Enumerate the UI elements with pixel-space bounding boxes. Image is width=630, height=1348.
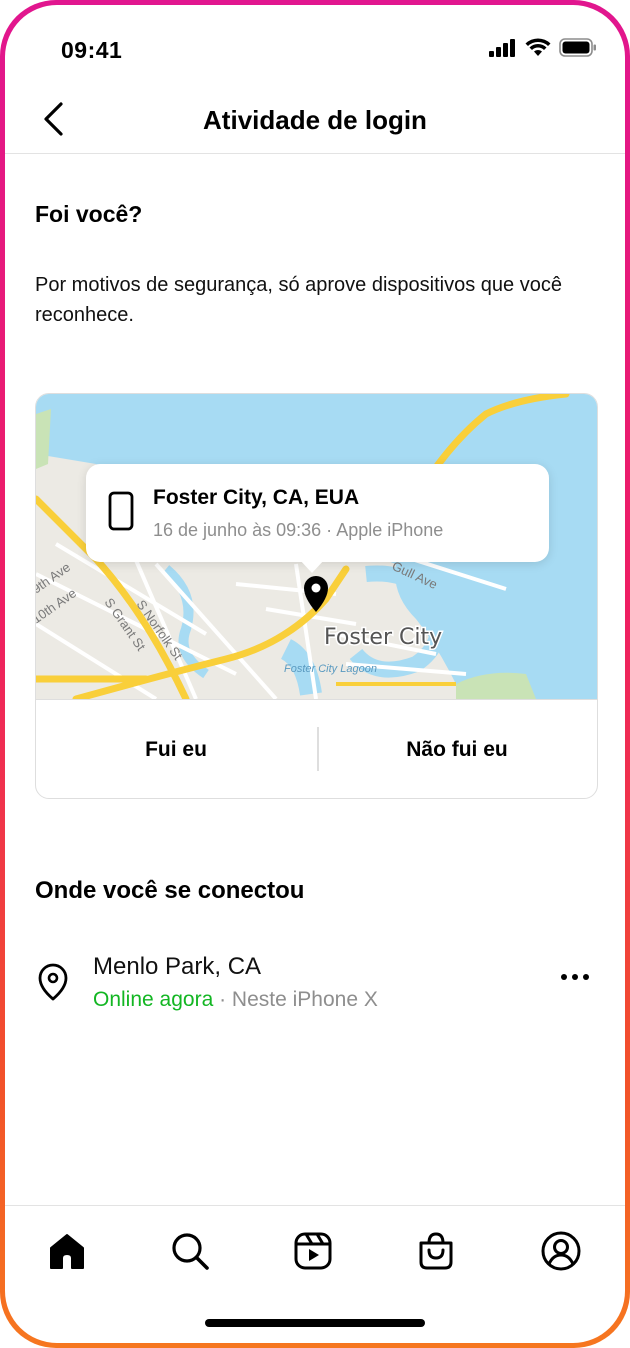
prompt-description: Por motivos de segurança, só aprove disp…	[35, 274, 562, 326]
confirm-login-button[interactable]: Fui eu	[36, 700, 316, 798]
profile-icon	[541, 1231, 581, 1271]
wifi-icon	[525, 38, 551, 56]
tab-profile[interactable]	[536, 1226, 586, 1276]
search-icon	[172, 1233, 209, 1270]
session-meta: Online agora · Neste iPhone X	[93, 988, 378, 1012]
location-callout: Foster City, CA, EUA 16 de junho às 09:3…	[86, 464, 549, 562]
callout-pointer	[299, 559, 325, 573]
login-map-card: S Norfolk St S Grant St Gull Ave 9th Ave…	[35, 393, 598, 799]
reels-icon	[294, 1232, 332, 1270]
page-title: Atividade de login	[203, 105, 427, 135]
login-actions: Fui eu Não fui eu	[36, 699, 597, 798]
home-icon	[50, 1234, 84, 1269]
cellular-signal-icon	[489, 38, 515, 57]
screen: 09:41 Atividade de login Foi você? Por m…	[5, 5, 625, 1343]
session-device: Neste iPhone X	[231, 988, 378, 1011]
callout-device: Apple iPhone	[336, 520, 444, 540]
prompt-heading: Foi você?	[35, 201, 143, 227]
deny-login-button[interactable]: Não fui eu	[317, 700, 597, 798]
more-options-icon[interactable]	[560, 971, 590, 983]
shop-icon	[419, 1232, 453, 1270]
home-indicator	[205, 1319, 425, 1327]
callout-datetime: 16 de junho às 09:36	[153, 520, 322, 540]
status-time: 09:41	[61, 37, 123, 63]
session-status: Online agora	[93, 988, 214, 1011]
map-city-label: Foster City	[324, 625, 442, 650]
phone-icon	[108, 491, 134, 531]
callout-location: Foster City, CA, EUA	[153, 486, 360, 509]
tab-shop[interactable]	[411, 1226, 461, 1276]
battery-icon	[559, 38, 596, 57]
sessions-heading: Onde você se conectou	[35, 877, 305, 904]
callout-meta: 16 de junho às 09:36 · Apple iPhone	[153, 520, 443, 541]
session-location: Menlo Park, CA	[93, 953, 262, 980]
status-icons	[489, 38, 597, 57]
navigation-bar: Atividade de login	[5, 85, 625, 154]
callout-separator: ·	[326, 520, 333, 540]
location-pin-icon	[38, 963, 68, 1001]
session-separator: ·	[213, 988, 232, 1011]
map-lagoon-label: Foster City Lagoon	[284, 663, 377, 675]
device-frame: 09:41 Atividade de login Foi você? Por m…	[0, 0, 630, 1348]
tab-reels[interactable]	[288, 1226, 338, 1276]
tab-home[interactable]	[42, 1226, 92, 1276]
tab-search[interactable]	[165, 1226, 215, 1276]
